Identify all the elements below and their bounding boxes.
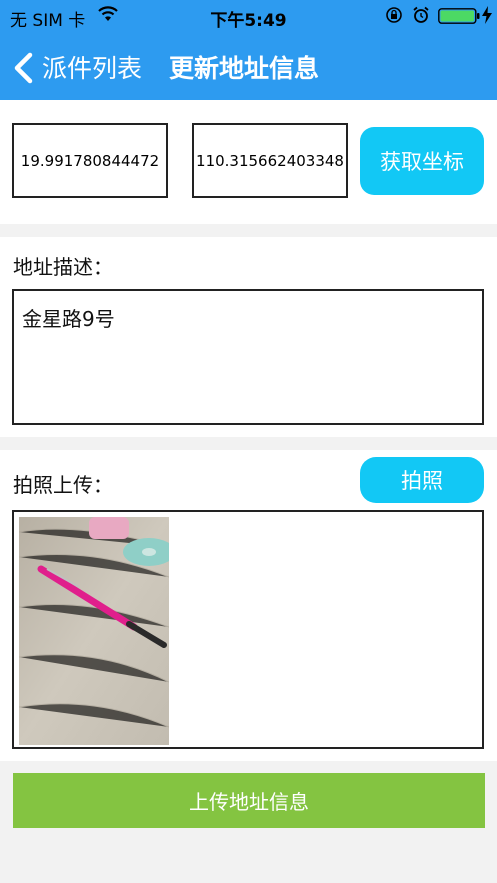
page-title: 更新地址信息	[169, 54, 320, 83]
battery-icon	[438, 8, 480, 24]
photo-area	[12, 510, 484, 749]
get-coordinates-button[interactable]: 获取坐标	[360, 127, 484, 195]
latitude-field[interactable]: 19.991780844472	[12, 123, 168, 198]
address-text: 金星路9号	[22, 307, 115, 331]
address-label: 地址描述：	[13, 255, 113, 279]
photo-label: 拍照上传：	[13, 473, 113, 497]
latitude-value: 19.991780844472	[20, 151, 160, 170]
upload-address-button[interactable]: 上传地址信息	[13, 773, 485, 828]
top-bar: 无 SIM 卡 下午5:49 派件列表 更新地址信息	[0, 0, 497, 100]
charging-bolt-icon	[482, 6, 492, 24]
photo-thumbnail[interactable]	[19, 517, 169, 745]
longitude-field[interactable]: 110.315662403348	[192, 123, 348, 198]
rotation-lock-icon	[386, 7, 402, 23]
back-chevron-icon[interactable]	[10, 52, 36, 84]
longitude-value: 110.315662403348	[196, 151, 344, 170]
back-button[interactable]: 派件列表	[42, 49, 142, 85]
status-bar: 无 SIM 卡 下午5:49	[0, 0, 497, 34]
navigation-bar: 派件列表 更新地址信息	[0, 38, 497, 96]
take-photo-button[interactable]: 拍照	[360, 457, 484, 503]
alarm-icon	[413, 6, 429, 23]
address-textarea[interactable]: 金星路9号	[12, 289, 484, 425]
